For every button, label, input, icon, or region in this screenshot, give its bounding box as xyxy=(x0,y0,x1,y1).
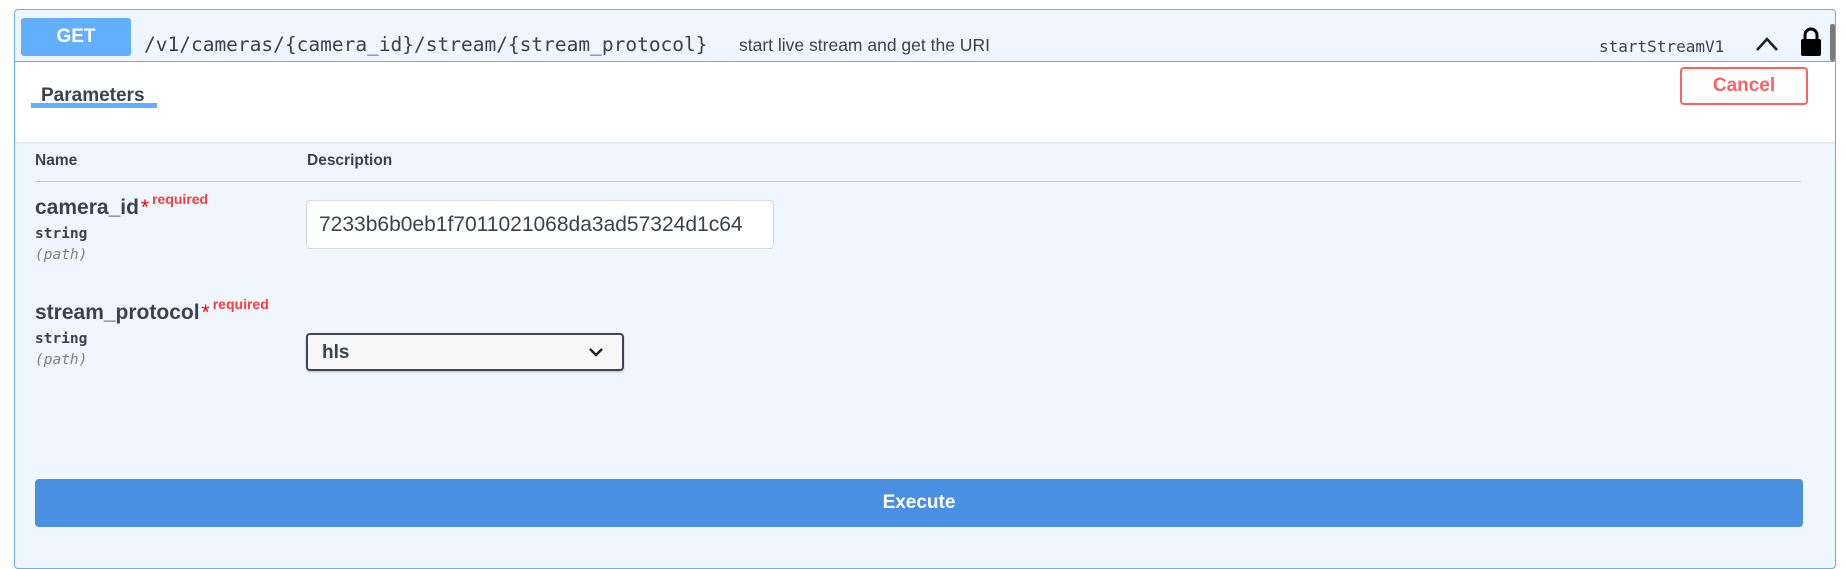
stream-protocol-select[interactable]: hls xyxy=(306,333,624,371)
method-badge: GET xyxy=(21,18,131,56)
table-header-divider xyxy=(35,181,1801,182)
param-type: string xyxy=(35,226,88,242)
operation-block: GET /v1/cameras/{camera_id}/stream/{stre… xyxy=(14,9,1836,569)
parameter-row-stream-protocol: stream_protocol* required string (path) xyxy=(35,296,269,368)
cancel-button[interactable]: Cancel xyxy=(1680,67,1808,105)
execute-button[interactable]: Execute xyxy=(35,479,1803,527)
endpoint-path: /v1/cameras/{camera_id}/stream/{stream_p… xyxy=(144,33,708,56)
select-value: hls xyxy=(322,342,350,363)
param-location: (path) xyxy=(35,352,88,368)
column-header-description: Description xyxy=(307,152,393,169)
operation-description: start live stream and get the URI xyxy=(739,35,990,55)
tab-header xyxy=(15,62,1835,142)
param-type: string xyxy=(35,331,88,347)
param-name: stream_protocol xyxy=(35,301,200,324)
required-label: required xyxy=(152,191,209,207)
required-star: * xyxy=(140,196,150,219)
param-location: (path) xyxy=(35,247,88,263)
column-header-name: Name xyxy=(35,152,78,169)
parameter-row-camera-id: camera_id* required string (path) xyxy=(35,191,208,263)
operation-id: startStreamV1 xyxy=(1599,37,1725,56)
chevron-up-icon[interactable] xyxy=(1753,33,1781,55)
required-label: required xyxy=(212,296,269,312)
lock-icon[interactable] xyxy=(1800,27,1822,57)
camera-id-input[interactable] xyxy=(306,200,774,249)
operation-summary[interactable]: GET /v1/cameras/{camera_id}/stream/{stre… xyxy=(15,10,1835,62)
required-star: * xyxy=(201,301,210,324)
scrollbar-handle[interactable] xyxy=(1830,24,1835,61)
tab-active-indicator xyxy=(31,103,157,108)
param-name: camera_id xyxy=(35,196,139,219)
chevron-down-icon xyxy=(589,348,603,357)
